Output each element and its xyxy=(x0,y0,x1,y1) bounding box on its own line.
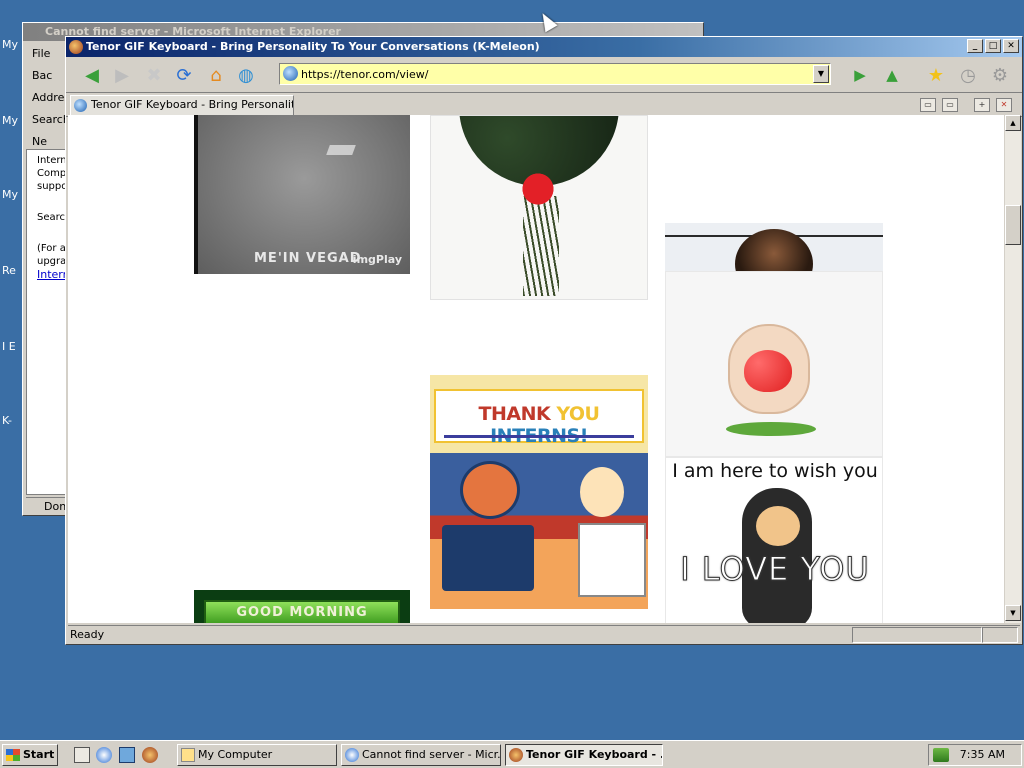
gif-tile-monkey-love[interactable]: I am here to wish you I LOVE YOU xyxy=(665,457,883,623)
status-security-cell xyxy=(982,627,1018,643)
desktop-icon-k-meleon[interactable]: K- xyxy=(2,414,12,427)
page-content: ME'IN VEGAD imgPlay THANK YOU INTERNS! I… xyxy=(68,115,1004,623)
grass-image xyxy=(726,422,816,436)
page-globe-icon xyxy=(283,66,298,81)
gif-watermark-text: ME'IN VEGAD xyxy=(254,251,362,266)
laptop-image-2 xyxy=(578,523,646,597)
k-meleon-quicklaunch-icon[interactable] xyxy=(142,747,158,763)
globe-icon[interactable]: ◍ xyxy=(234,63,258,87)
gif-tile-vegas[interactable]: ME'IN VEGAD imgPlay xyxy=(194,115,410,274)
heart-image xyxy=(744,350,792,392)
desktop-icon-internet-explorer[interactable]: I E xyxy=(2,340,16,353)
vertical-scrollbar[interactable]: ▲ ▼ xyxy=(1004,115,1021,623)
person-image xyxy=(735,229,813,271)
minimize-button[interactable]: _ xyxy=(967,39,983,53)
good-morning-text: GOOD MORNING xyxy=(236,605,368,620)
system-tray: 7:35 AM xyxy=(928,744,1022,766)
url-input[interactable] xyxy=(301,65,809,83)
show-desktop-icon[interactable] xyxy=(74,747,90,763)
banner-underline xyxy=(444,435,634,438)
desktop-icon-my-network[interactable]: My xyxy=(2,188,18,201)
gif-tile-roses[interactable] xyxy=(430,115,648,300)
thank-you-text: THANK YOU INTERNS! xyxy=(478,403,600,447)
status-bar: Ready xyxy=(68,625,1020,643)
go-icon[interactable]: ▶ xyxy=(848,63,872,87)
ie-search-tab[interactable]: Search xyxy=(26,109,70,131)
back-icon[interactable]: ◀ xyxy=(80,63,104,87)
monkey-caption: I am here to wish you xyxy=(672,460,878,482)
reload-icon[interactable]: ⟳ xyxy=(172,63,196,87)
forward-icon[interactable]: ▶ xyxy=(110,63,134,87)
navigation-toolbar: ◀ ▶ ✖ ⟳ ⌂ ◍ ▼ ▶ ▲ ★ ◷ ⚙ xyxy=(66,57,1022,93)
tab-globe-icon xyxy=(74,99,87,112)
bookmarks-icon[interactable]: ★ xyxy=(924,63,948,87)
laptop-image xyxy=(442,525,534,591)
tab-tenor[interactable]: Tenor GIF Keyboard - Bring Personality..… xyxy=(70,95,294,115)
ie-back-button[interactable]: Bac xyxy=(26,65,70,87)
home-icon[interactable]: ⌂ xyxy=(204,63,228,87)
url-dropdown-button[interactable]: ▼ xyxy=(813,65,829,83)
new-tab-icon[interactable]: + xyxy=(974,98,990,112)
start-button[interactable]: Start xyxy=(2,744,58,766)
windows-flag-icon xyxy=(6,749,20,761)
task-ie-window[interactable]: Cannot find server - Micr... xyxy=(341,744,501,766)
scroll-thumb[interactable] xyxy=(1005,205,1021,245)
stop-icon[interactable]: ✖ xyxy=(142,63,166,87)
gif-tile-thank-you-interns[interactable]: THANK YOU INTERNS! xyxy=(430,375,648,609)
up-icon[interactable]: ▲ xyxy=(880,63,904,87)
url-bar[interactable]: ▼ xyxy=(279,63,831,85)
status-progress-cell xyxy=(852,627,982,643)
maximize-button[interactable]: □ xyxy=(985,39,1001,53)
ie-address-label: Address xyxy=(32,91,70,104)
status-text: Ready xyxy=(70,628,105,641)
k-meleon-icon xyxy=(69,40,83,54)
intern-face-1 xyxy=(460,461,520,519)
scroll-up-button[interactable]: ▲ xyxy=(1005,115,1021,131)
ie-quicklaunch-icon[interactable] xyxy=(96,747,112,763)
browser-window[interactable]: Tenor GIF Keyboard - Bring Personality T… xyxy=(65,36,1023,645)
gif-tile-good-morning[interactable]: GOOD MORNING xyxy=(194,590,410,623)
history-icon[interactable]: ◷ xyxy=(956,63,980,87)
ribbon-image xyxy=(509,171,567,207)
computer-icon xyxy=(181,748,195,762)
tab-bar: Tenor GIF Keyboard - Bring Personality..… xyxy=(66,93,1022,117)
ie-menu-file[interactable]: File xyxy=(26,43,70,65)
browser-title: Tenor GIF Keyboard - Bring Personality T… xyxy=(86,40,540,53)
task-my-computer[interactable]: My Computer xyxy=(177,744,337,766)
clock[interactable]: 7:35 AM xyxy=(960,748,1005,761)
intern-face-2 xyxy=(580,467,624,517)
desktop-icon-recycle-bin[interactable]: Re xyxy=(2,264,16,277)
glint-shape xyxy=(326,145,356,155)
outlook-quicklaunch-icon[interactable] xyxy=(119,747,135,763)
stems-image xyxy=(523,196,559,296)
gif-tile-office[interactable] xyxy=(665,223,883,271)
settings-icon[interactable]: ⚙ xyxy=(988,63,1012,87)
network-tray-icon[interactable] xyxy=(933,748,949,762)
desktop-icon-my-computer[interactable]: My xyxy=(2,114,18,127)
tab-layout-icon[interactable]: ▭ xyxy=(942,98,958,112)
browser-title-bar[interactable]: Tenor GIF Keyboard - Bring Personality T… xyxy=(66,37,1022,57)
k-meleon-task-icon xyxy=(509,748,523,762)
ie-error-panel: Intern Comp suppo Searc (For a upgra Int… xyxy=(26,149,70,495)
gif-tile-pig-heart[interactable] xyxy=(665,271,883,457)
taskbar: Start My Computer Cannot find server - M… xyxy=(0,740,1024,768)
monkey-face xyxy=(756,506,800,546)
tab-list-icon[interactable]: ▭ xyxy=(920,98,936,112)
tab-label: Tenor GIF Keyboard - Bring Personality..… xyxy=(91,98,294,111)
gif-brand-text: imgPlay xyxy=(352,253,402,266)
task-k-meleon[interactable]: Tenor GIF Keyboard - ... xyxy=(505,744,663,766)
i-love-you-text: I LOVE YOU xyxy=(680,550,870,589)
close-tab-icon[interactable]: ✕ xyxy=(996,98,1012,112)
ie-status-bar: Don xyxy=(26,497,70,515)
scroll-down-button[interactable]: ▼ xyxy=(1005,605,1021,621)
ie-task-icon xyxy=(345,748,359,762)
close-button[interactable]: ✕ xyxy=(1003,39,1019,53)
